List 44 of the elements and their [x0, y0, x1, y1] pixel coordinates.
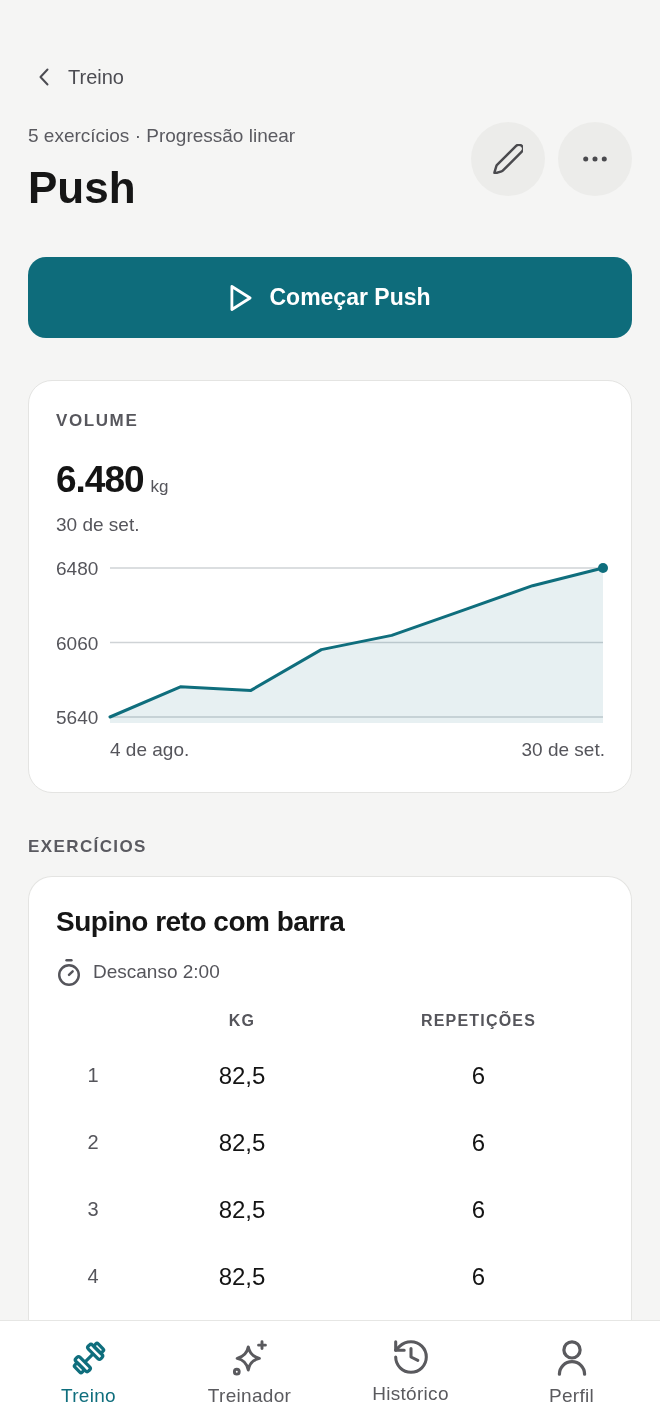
table-cell: 6: [471, 1061, 486, 1090]
play-icon: [229, 283, 254, 312]
start-button[interactable]: Começar Push: [28, 257, 632, 338]
tab-item[interactable]: Perfil: [506, 1340, 637, 1408]
table-cell: 82,5: [218, 1262, 266, 1291]
column-header: REPETIÇÕES: [420, 1010, 537, 1031]
sparkle-icon: [231, 1340, 268, 1376]
user-icon: [556, 1340, 587, 1376]
table-cell: 2: [87, 1131, 99, 1154]
rest-time-label: Descanso 2:00: [93, 961, 220, 983]
column-header: KG: [228, 1011, 256, 1031]
y-axis-label: 5640: [56, 707, 99, 728]
history-icon: [393, 1340, 428, 1374]
more-icon: [583, 156, 607, 162]
page-title: Push: [28, 162, 136, 214]
tab-item[interactable]: Histórico: [345, 1340, 476, 1406]
table-cell: 4: [87, 1265, 99, 1288]
y-axis-label: 6060: [56, 632, 99, 654]
dumbbell-icon: [70, 1340, 107, 1376]
table-cell: 6: [471, 1128, 486, 1157]
stopwatch-icon: [58, 958, 80, 986]
start-date-label: 4 de ago.: [110, 738, 190, 762]
table-cell: 6: [471, 1195, 486, 1224]
exercise-title: Supino reto com barra: [56, 905, 345, 939]
section-heading: EXERCÍCIOS: [28, 836, 147, 858]
table-cell: 3: [87, 1198, 99, 1221]
date-label: 30 de set.: [56, 513, 140, 537]
volume-value: 6.480: [56, 458, 144, 502]
tab-item[interactable]: Treino: [23, 1340, 154, 1408]
tab-item[interactable]: Treinador: [184, 1340, 315, 1408]
page-subtitle: 5 exercícios · Progressão linear: [28, 124, 296, 148]
chevron-left-icon: [39, 68, 49, 86]
table-cell: 82,5: [218, 1195, 266, 1224]
table-cell: 82,5: [218, 1128, 266, 1157]
table-cell: 6: [471, 1262, 486, 1291]
y-axis-label: 6480: [56, 558, 99, 579]
table-cell: 1: [87, 1064, 99, 1087]
end-date-label: 30 de set.: [521, 738, 605, 762]
pencil-icon: [493, 144, 523, 174]
card-label: VOLUME: [56, 410, 139, 432]
unit-label: kg: [150, 477, 169, 497]
data-point-marker: [598, 563, 608, 573]
table-cell: 82,5: [218, 1061, 266, 1090]
back-button[interactable]: Treino: [39, 57, 124, 97]
